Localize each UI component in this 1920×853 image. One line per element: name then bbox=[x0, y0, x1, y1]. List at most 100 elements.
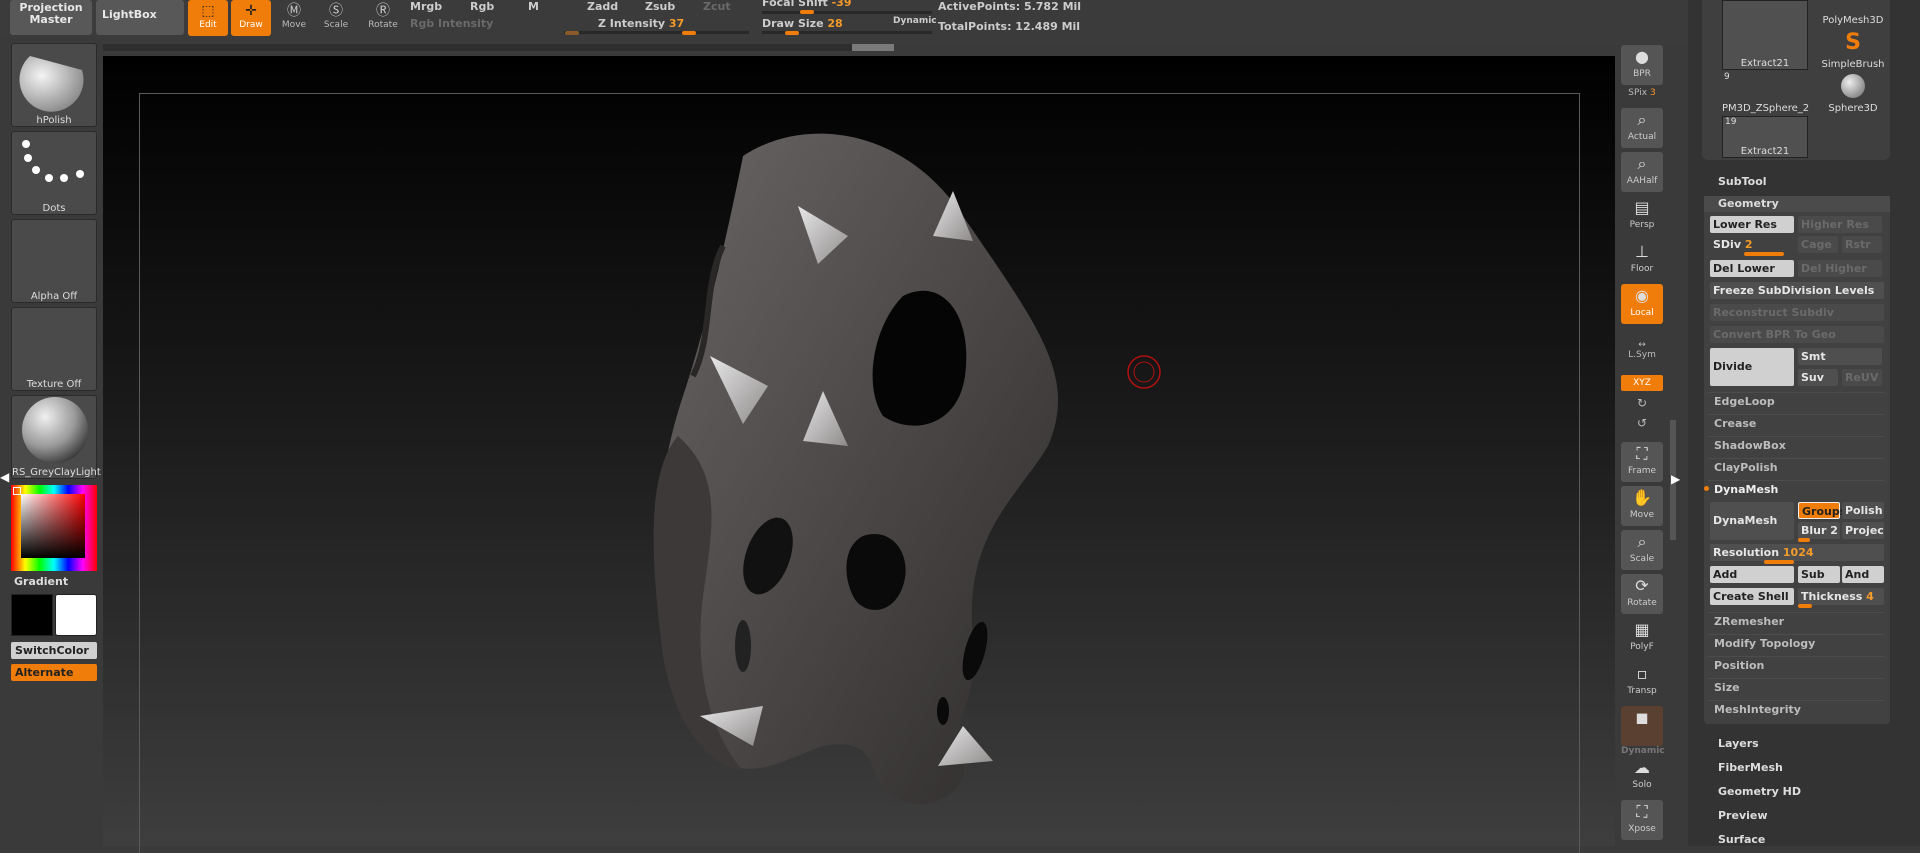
secondary-color-swatch[interactable] bbox=[11, 594, 53, 636]
texture-selector[interactable]: Texture Off bbox=[11, 307, 97, 391]
geometry-header[interactable]: Geometry bbox=[1704, 196, 1890, 212]
move-tool-button[interactable]: Ⓜ Move bbox=[274, 0, 314, 36]
suv-button[interactable]: Suv bbox=[1798, 369, 1838, 386]
del-lower-button[interactable]: Del Lower bbox=[1710, 260, 1794, 277]
tool-thumb-extract21-b[interactable]: 19 Extract21 bbox=[1722, 116, 1808, 158]
spix-slider[interactable]: SPix 3 bbox=[1621, 88, 1663, 98]
zsub-button[interactable]: Zsub bbox=[645, 0, 675, 13]
tool-thumb-sphere3d[interactable]: Sphere3D bbox=[1810, 72, 1896, 114]
rotate-y-icon[interactable]: ↻ bbox=[1621, 396, 1663, 410]
projection-master-button[interactable]: Projection Master bbox=[10, 0, 92, 35]
skull-mask-model[interactable] bbox=[103, 56, 1615, 846]
cage-button[interactable]: Cage bbox=[1798, 236, 1838, 253]
surface-menu[interactable]: Surface bbox=[1718, 833, 1765, 846]
actual-button[interactable]: ⌕ Actual bbox=[1621, 108, 1663, 148]
layers-menu[interactable]: Layers bbox=[1718, 737, 1759, 750]
aahalf-button[interactable]: ⌕ AAHalf bbox=[1621, 152, 1663, 192]
focal-shift-knob[interactable] bbox=[800, 10, 814, 14]
tray-arrow-icon[interactable]: ▶ bbox=[1671, 472, 1680, 486]
polyf-button[interactable]: ▦ PolyF bbox=[1621, 618, 1663, 658]
blur-knob[interactable] bbox=[1798, 538, 1810, 542]
modify-topology-menu[interactable]: Modify Topology bbox=[1708, 634, 1884, 652]
thickness-knob[interactable] bbox=[1798, 604, 1812, 608]
document-canvas[interactable] bbox=[103, 56, 1615, 853]
convert-bpr-button[interactable]: Convert BPR To Geo bbox=[1710, 326, 1884, 343]
edgeloop-menu[interactable]: EdgeLoop bbox=[1708, 392, 1884, 410]
and-button[interactable]: And bbox=[1842, 566, 1884, 583]
edit-tool-button[interactable]: ⬚ Edit bbox=[188, 0, 228, 36]
sub-button[interactable]: Sub bbox=[1798, 566, 1840, 583]
gradient-label[interactable]: Gradient bbox=[14, 575, 68, 588]
sdiv-slider[interactable]: SDiv 2 bbox=[1710, 236, 1794, 253]
rgb-button[interactable]: Rgb bbox=[470, 0, 494, 13]
lsym-button[interactable]: ↔ L.Sym bbox=[1621, 340, 1663, 360]
xyz-button[interactable]: XYZ bbox=[1621, 375, 1663, 391]
mrgb-button[interactable]: Mrgb bbox=[410, 0, 442, 13]
groups-toggle[interactable]: Groups bbox=[1798, 502, 1846, 519]
position-menu[interactable]: Position bbox=[1708, 656, 1884, 674]
draw-size-knob[interactable] bbox=[785, 31, 799, 35]
zremesher-menu[interactable]: ZRemesher bbox=[1708, 612, 1884, 630]
alternate-button[interactable]: Alternate bbox=[11, 664, 97, 681]
higher-res-button[interactable]: Higher Res bbox=[1798, 216, 1882, 233]
material-selector[interactable]: RS_GreyClayLight bbox=[11, 395, 101, 479]
dynamic-button[interactable]: Dynamic bbox=[893, 16, 937, 28]
alpha-selector[interactable]: Alpha Off bbox=[11, 219, 97, 303]
draw-tool-button[interactable]: ✛ Draw bbox=[231, 0, 271, 36]
persp-button[interactable]: ▤ Persp bbox=[1621, 196, 1663, 236]
divide-button[interactable]: Divide bbox=[1710, 348, 1794, 386]
rotate-tool-button[interactable]: Ⓡ Rotate bbox=[363, 0, 403, 36]
xpose-button[interactable]: ⛶ Xpose bbox=[1621, 800, 1663, 840]
blur-slider[interactable]: Blur 2 bbox=[1798, 522, 1840, 539]
dynamesh-button[interactable]: DynaMesh bbox=[1710, 502, 1794, 540]
color-picker[interactable] bbox=[11, 485, 97, 571]
fibermesh-menu[interactable]: FiberMesh bbox=[1718, 761, 1783, 774]
zcut-button[interactable]: Zcut bbox=[703, 0, 731, 13]
polish-toggle[interactable]: Polish bbox=[1842, 502, 1884, 519]
size-menu[interactable]: Size bbox=[1708, 678, 1884, 696]
thickness-slider[interactable]: Thickness 4 bbox=[1798, 588, 1884, 605]
frame-button[interactable]: ⛶ Frame bbox=[1621, 442, 1663, 482]
reconstruct-subdiv-button[interactable]: Reconstruct Subdiv bbox=[1710, 304, 1884, 321]
preview-menu[interactable]: Preview bbox=[1718, 809, 1768, 822]
dynamesh-menu[interactable]: DynaMesh bbox=[1708, 480, 1884, 498]
color-picker-square[interactable] bbox=[21, 494, 85, 558]
smt-button[interactable]: Smt bbox=[1798, 348, 1882, 365]
add-button[interactable]: Add bbox=[1710, 566, 1794, 583]
rstr-button[interactable]: Rstr bbox=[1842, 236, 1882, 253]
transp-button[interactable]: ▫ Transp bbox=[1621, 662, 1663, 702]
crease-menu[interactable]: Crease bbox=[1708, 414, 1884, 432]
rgb-intensity-knob[interactable] bbox=[565, 31, 579, 35]
lightbox-button[interactable]: LightBox bbox=[96, 0, 184, 35]
switch-color-button[interactable]: SwitchColor bbox=[11, 642, 97, 659]
tray-scroll-handle[interactable] bbox=[852, 44, 894, 51]
resolution-knob[interactable] bbox=[1764, 560, 1794, 564]
shadowbox-menu[interactable]: ShadowBox bbox=[1708, 436, 1884, 454]
tool-thumb-polymesh3d[interactable]: PolyMesh3D bbox=[1810, 0, 1896, 26]
rotate-z-icon[interactable]: ↺ bbox=[1621, 416, 1663, 430]
tool-thumb-pm3d-zsphere[interactable]: 9 PM3D_ZSphere_2 bbox=[1722, 72, 1809, 114]
scale-tool-button[interactable]: Ⓢ Scale bbox=[316, 0, 356, 36]
scale-view-button[interactable]: ⌕ Scale bbox=[1621, 530, 1663, 570]
claypolish-menu[interactable]: ClayPolish bbox=[1708, 458, 1884, 476]
local-button[interactable]: ◉ Local bbox=[1621, 284, 1663, 324]
zadd-button[interactable]: Zadd bbox=[587, 0, 618, 13]
freeze-subdivision-button[interactable]: Freeze SubDivision Levels bbox=[1710, 282, 1884, 299]
color-picker-cursor[interactable] bbox=[13, 487, 21, 495]
main-color-swatch[interactable] bbox=[55, 594, 97, 636]
subtool-menu[interactable]: SubTool bbox=[1718, 175, 1767, 188]
bpr-button[interactable]: ● BPR bbox=[1621, 45, 1663, 85]
ghost-button[interactable]: ◼ bbox=[1621, 706, 1663, 746]
brush-selector[interactable]: hPolish bbox=[11, 43, 97, 127]
geometry-hd-menu[interactable]: Geometry HD bbox=[1718, 785, 1801, 798]
left-tray-arrow-icon[interactable]: ◀ bbox=[0, 470, 9, 484]
sdiv-knob[interactable] bbox=[1744, 252, 1784, 256]
move-view-button[interactable]: ✋ Move bbox=[1621, 486, 1663, 526]
z-intensity-slider[interactable]: Z Intensity 37 bbox=[598, 17, 684, 30]
draw-size-slider[interactable]: Draw Size 28 bbox=[762, 17, 843, 30]
solo-button[interactable]: ☁ Solo bbox=[1621, 756, 1663, 796]
meshintegrity-menu[interactable]: MeshIntegrity bbox=[1708, 700, 1884, 718]
tool-thumb-extract21[interactable]: Extract21 bbox=[1722, 0, 1808, 70]
m-button[interactable]: M bbox=[528, 0, 539, 13]
rgb-intensity-slider[interactable]: Rgb Intensity bbox=[410, 17, 493, 30]
